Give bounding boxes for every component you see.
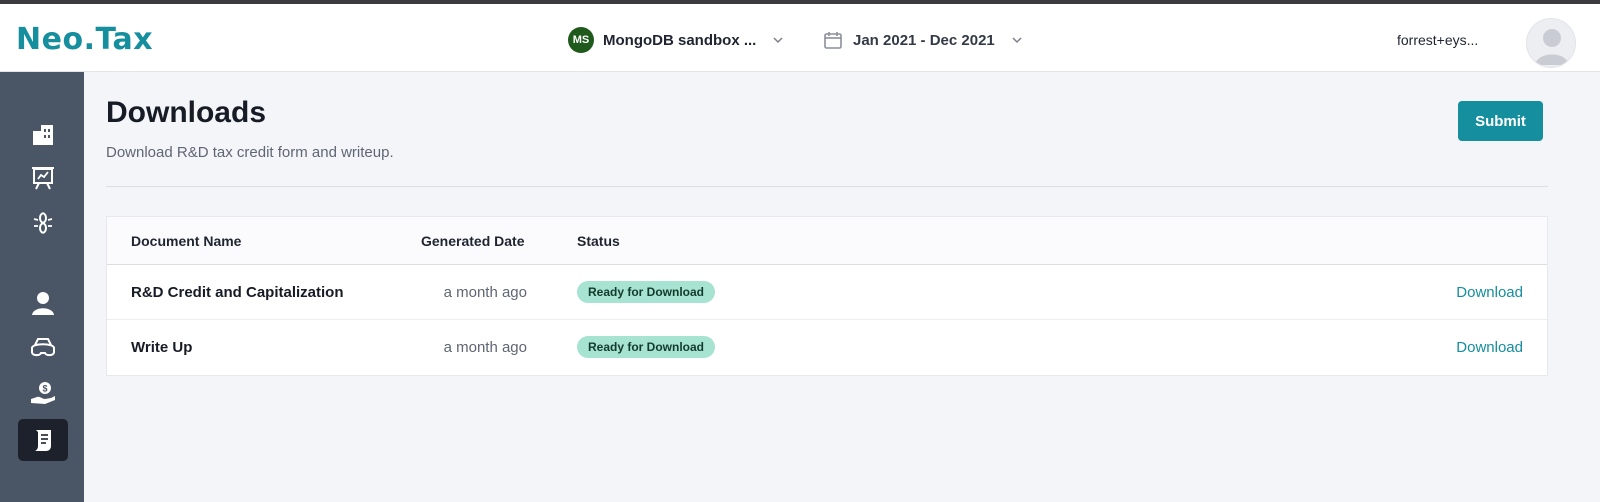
user-avatar-icon[interactable] xyxy=(1526,18,1576,68)
nav-technical[interactable] xyxy=(18,202,68,244)
nav-companies[interactable] xyxy=(18,112,68,154)
app-logo[interactable]: Neo.Tax xyxy=(16,22,153,57)
nav-expenses[interactable]: $ xyxy=(18,372,68,414)
submit-button[interactable]: Submit xyxy=(1458,101,1543,141)
chevron-down-icon xyxy=(773,37,783,44)
building-icon xyxy=(33,125,53,145)
page-title: Downloads xyxy=(106,96,267,129)
generated-date: a month ago xyxy=(443,339,527,356)
company-badge: MS xyxy=(568,27,594,53)
top-bar: Neo.Tax MS MongoDB sandbox ... Jan 2021 … xyxy=(0,4,1600,72)
sidebar: $ xyxy=(0,72,84,502)
nav-research[interactable] xyxy=(18,327,68,369)
document-icon xyxy=(35,430,51,451)
page-subtitle: Download R&D tax credit form and writeup… xyxy=(106,144,394,161)
person-icon xyxy=(32,292,54,315)
bug-icon xyxy=(33,212,53,234)
download-link[interactable]: Download xyxy=(1456,339,1523,356)
generated-date: a month ago xyxy=(443,284,527,301)
chevron-down-icon xyxy=(1012,37,1022,44)
company-name: MongoDB sandbox ... xyxy=(603,31,757,49)
company-selector[interactable]: MS MongoDB sandbox ... xyxy=(568,26,784,54)
table-header: Document Name Generated Date Status xyxy=(107,217,1547,265)
nav-projects[interactable] xyxy=(18,157,68,199)
presentation-icon xyxy=(32,167,54,190)
svg-text:$: $ xyxy=(42,384,47,394)
user-name[interactable]: forrest+eys... xyxy=(1397,32,1478,48)
nav-downloads[interactable] xyxy=(18,419,68,461)
column-header-document-name: Document Name xyxy=(131,233,242,249)
date-range-selector[interactable]: Jan 2021 - Dec 2021 xyxy=(823,26,1023,54)
document-name: R&D Credit and Capitalization xyxy=(131,284,344,301)
goggles-icon xyxy=(31,338,55,357)
column-header-generated-date: Generated Date xyxy=(421,233,525,249)
document-name: Write Up xyxy=(131,339,193,356)
status-badge: Ready for Download xyxy=(577,336,716,358)
column-header-status: Status xyxy=(577,233,620,249)
calendar-icon xyxy=(824,32,842,49)
main-content: Downloads Download R&D tax credit form a… xyxy=(84,72,1600,502)
status-badge: Ready for Download xyxy=(577,281,716,303)
downloads-table: Document Name Generated Date Status R&D … xyxy=(106,216,1548,376)
date-range-label: Jan 2021 - Dec 2021 xyxy=(853,31,995,49)
nav-employees[interactable] xyxy=(18,282,68,324)
download-link[interactable]: Download xyxy=(1456,284,1523,301)
table-row: Write Up a month ago Ready for Download … xyxy=(107,320,1547,375)
hand-money-icon: $ xyxy=(31,382,55,404)
table-row: R&D Credit and Capitalization a month ag… xyxy=(107,265,1547,320)
divider xyxy=(106,186,1548,187)
